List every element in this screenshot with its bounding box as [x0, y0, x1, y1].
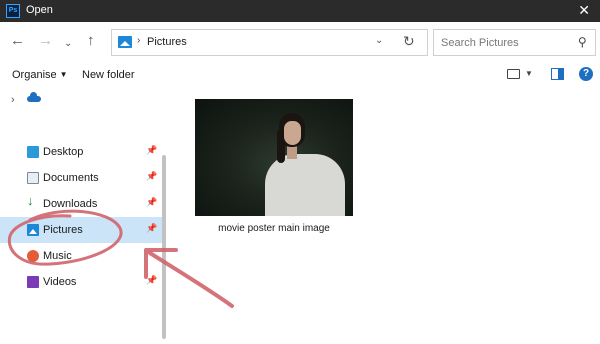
- address-dropdown-icon[interactable]: ⌄: [375, 35, 383, 46]
- close-icon[interactable]: ✕: [578, 2, 590, 19]
- view-options-icon[interactable]: [507, 69, 520, 79]
- sidebar-item-label: Music: [43, 250, 72, 262]
- search-input[interactable]: Search Pictures: [441, 37, 519, 49]
- pin-icon: 📌: [146, 145, 158, 155]
- breadcrumb-chevron-icon[interactable]: ›: [137, 35, 140, 46]
- pin-icon: 📌: [146, 275, 158, 285]
- new-folder-button[interactable]: New folder: [82, 69, 135, 81]
- sidebar-item-videos[interactable]: Videos 📌: [0, 269, 162, 295]
- back-arrow-icon[interactable]: ←: [10, 32, 25, 50]
- sidebar-item-label: Documents: [43, 172, 99, 184]
- refresh-icon[interactable]: ↻: [403, 33, 415, 50]
- sidebar-item-documents[interactable]: Documents 📌: [0, 165, 162, 191]
- pictures-icon: [27, 224, 39, 236]
- pictures-folder-icon: [118, 36, 132, 48]
- music-icon: [27, 250, 39, 262]
- sidebar-item-music[interactable]: Music: [0, 243, 162, 269]
- sidebar-item-desktop[interactable]: Desktop 📌: [0, 139, 162, 165]
- videos-icon: [27, 276, 39, 288]
- search-box[interactable]: Search Pictures ⚲: [433, 29, 596, 56]
- sidebar-item-label: Downloads: [43, 198, 98, 210]
- help-icon[interactable]: ?: [579, 67, 593, 81]
- expand-chevron-icon[interactable]: ›: [11, 94, 15, 106]
- thumbnail-figure-dress: [265, 154, 345, 216]
- file-thumbnail[interactable]: [195, 99, 353, 216]
- pin-icon: 📌: [146, 197, 158, 207]
- preview-pane-icon[interactable]: [551, 68, 564, 80]
- address-bar[interactable]: › Pictures ⌄ ↻: [111, 29, 428, 56]
- organise-label: Organise: [12, 69, 57, 81]
- sidebar-item-label: Videos: [43, 276, 77, 288]
- sidebar-item-pictures[interactable]: Pictures 📌: [0, 217, 162, 243]
- caret-down-icon: ▼: [59, 70, 68, 79]
- search-icon[interactable]: ⚲: [578, 35, 587, 49]
- sidebar-item-downloads[interactable]: ↓ Downloads 📌: [0, 191, 162, 217]
- pin-icon: 📌: [146, 223, 158, 233]
- documents-icon: [27, 172, 39, 184]
- breadcrumb-pictures[interactable]: Pictures: [147, 36, 187, 48]
- forward-arrow-icon[interactable]: →: [38, 32, 53, 50]
- view-caret-down-icon[interactable]: ▼: [525, 69, 533, 78]
- onedrive-cloud-icon[interactable]: [27, 92, 41, 102]
- download-arrow-icon: ↓: [27, 193, 34, 208]
- file-name-label[interactable]: movie poster main image: [196, 223, 352, 234]
- recent-locations-chevron-icon[interactable]: ⌄: [64, 35, 72, 53]
- sidebar-scrollbar[interactable]: [162, 155, 166, 339]
- window-title: Open: [26, 4, 53, 16]
- thumbnail-figure-face: [284, 121, 301, 145]
- desktop-icon: [27, 146, 39, 158]
- photoshop-app-icon: Ps: [6, 4, 20, 18]
- up-arrow-icon[interactable]: ↑: [87, 32, 95, 50]
- pin-icon: 📌: [146, 171, 158, 181]
- sidebar-item-label: Pictures: [43, 224, 83, 236]
- organise-button[interactable]: Organise ▼: [12, 69, 68, 81]
- sidebar-item-label: Desktop: [43, 146, 84, 158]
- title-bar: Ps Open ✕: [0, 0, 600, 22]
